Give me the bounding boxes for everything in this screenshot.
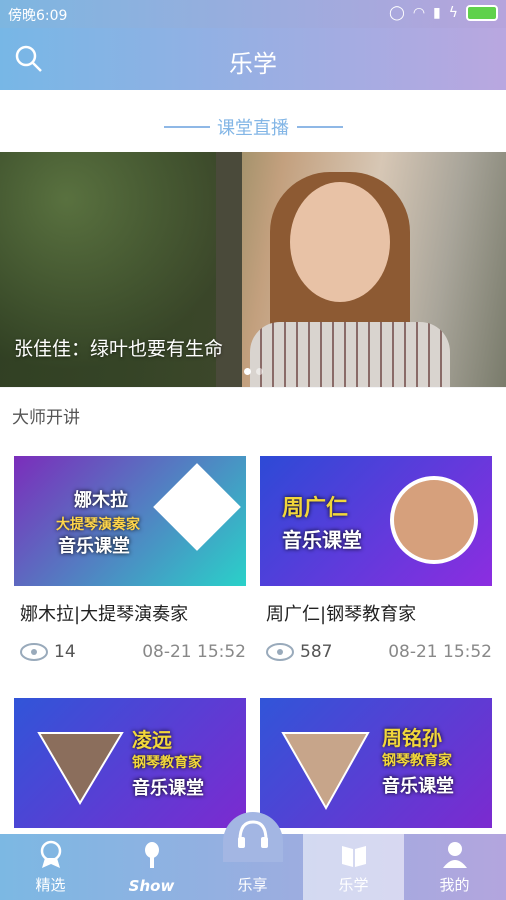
battery-icon (466, 5, 498, 21)
alarm-icon: ◯ (389, 5, 405, 21)
divider-right (297, 126, 343, 128)
carousel-dot[interactable] (256, 368, 263, 375)
thumb-line1: 凌远 (132, 728, 172, 752)
eye-icon (266, 643, 294, 661)
course-thumbnail[interactable]: 娜木拉 大提琴演奏家 音乐课堂 (14, 456, 246, 586)
thumb-line2: 钢琴教育家 (132, 755, 202, 771)
thumb-line3: 音乐课堂 (382, 776, 454, 797)
banner-caption: 张佳佳：绿叶也要有生命 (14, 338, 224, 360)
status-bar: 傍晚6:09 ◯ ◠ ▮ ϟ (0, 0, 506, 28)
thumb-line2: 音乐课堂 (282, 528, 362, 552)
eye-icon (20, 643, 48, 661)
tab-label: 乐学 (338, 876, 369, 894)
course-grid: 娜木拉 大提琴演奏家 音乐课堂 娜木拉|大提琴演奏家 14 08-21 15:5… (0, 438, 506, 838)
thumb-photo-frame (281, 732, 370, 811)
tab-label: 我的 (439, 876, 470, 894)
course-title: 娜木拉|大提琴演奏家 (20, 604, 189, 625)
tab-show[interactable]: Show (101, 834, 202, 900)
tab-featured[interactable]: 精选 (0, 834, 101, 900)
banner-image-detail (290, 182, 390, 302)
publish-date: 08-21 15:52 (142, 642, 246, 662)
view-count: 587 (300, 642, 333, 662)
thumb-photo-frame (390, 476, 478, 564)
thumb-line3: 音乐课堂 (58, 536, 130, 557)
book-icon (342, 846, 366, 867)
status-icons: ◯ ◠ ▮ ϟ (389, 5, 498, 21)
live-section-header: 课堂直播 (0, 90, 506, 152)
thumb-line2: 钢琴教育家 (382, 753, 452, 769)
headphones-icon (238, 820, 268, 848)
thumb-line2: 大提琴演奏家 (56, 517, 140, 533)
user-icon (443, 842, 467, 868)
course-thumbnail[interactable]: 周广仁 音乐课堂 (260, 456, 492, 586)
banner-image-detail (250, 322, 450, 387)
status-time: 傍晚6:09 (8, 8, 68, 24)
tab-label: 精选 (35, 876, 66, 894)
thumb-photo-frame (37, 732, 124, 805)
thumb-line1: 周铭孙 (382, 726, 442, 750)
live-banner[interactable]: 张佳佳：绿叶也要有生命 (0, 152, 506, 387)
signal-icon: ▮ (433, 5, 441, 21)
publish-date: 08-21 15:52 (388, 642, 492, 662)
course-thumbnail[interactable]: 凌远 钢琴教育家 音乐课堂 (14, 698, 246, 828)
carousel-dots (244, 368, 263, 375)
microphone-icon (145, 842, 159, 868)
wifi-icon: ◠ (412, 5, 426, 21)
live-section-title: 课堂直播 (217, 118, 289, 139)
app-bar: 乐学 (0, 28, 506, 90)
master-section-header: 大师开讲 (0, 388, 506, 438)
page-title: 乐学 (229, 50, 277, 78)
tab-label: 乐享 (237, 876, 268, 894)
tab-me[interactable]: 我的 (404, 834, 505, 900)
view-count: 14 (54, 642, 76, 662)
master-section-title: 大师开讲 (12, 408, 80, 428)
carousel-dot-active[interactable] (244, 368, 251, 375)
tab-learn[interactable]: 乐学 (303, 834, 404, 900)
thumb-line3: 音乐课堂 (132, 778, 204, 799)
thumb-line1: 娜木拉 (74, 490, 128, 511)
course-thumbnail[interactable]: 周铭孙 钢琴教育家 音乐课堂 (260, 698, 492, 828)
thumb-photo-frame (153, 463, 241, 551)
medal-icon (40, 840, 62, 868)
tab-label: Show (128, 877, 175, 895)
charge-icon: ϟ (448, 5, 458, 21)
course-title: 周广仁|钢琴教育家 (266, 604, 417, 625)
thumb-line1: 周广仁 (282, 496, 349, 521)
